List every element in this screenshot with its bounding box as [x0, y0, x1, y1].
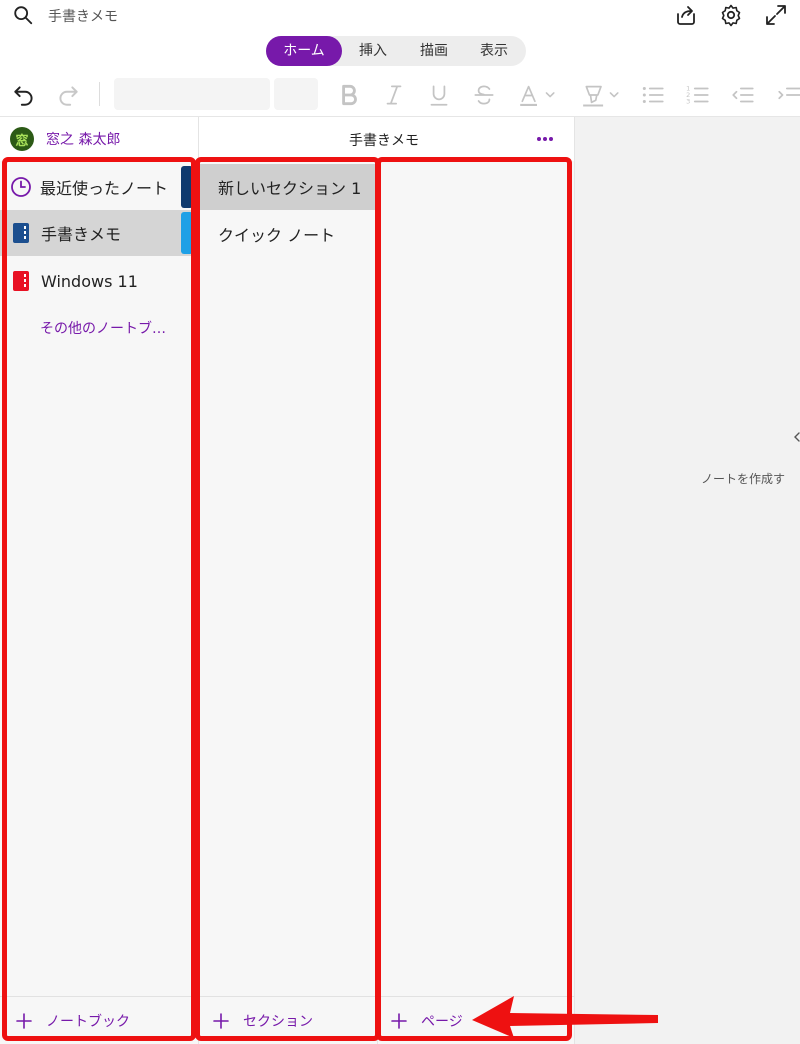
italic-icon[interactable]: [381, 82, 407, 108]
caret-icon: [794, 432, 800, 442]
arrow-icon: [472, 996, 658, 1038]
search-icon[interactable]: [12, 4, 34, 26]
note-canvas[interactable]: [575, 117, 800, 1044]
highlighter-icon[interactable]: [580, 82, 622, 108]
avatar: 窓: [10, 127, 34, 151]
ribbon-tabs: ホーム 挿入 描画 表示: [266, 36, 526, 66]
svg-text:3: 3: [686, 98, 690, 106]
undo-icon[interactable]: [11, 82, 37, 108]
more-options-icon[interactable]: [536, 136, 554, 142]
numbered-list-icon[interactable]: 1 2 3: [685, 82, 711, 108]
highlight-box-sections: [195, 157, 380, 1041]
redo-icon[interactable]: [55, 82, 81, 108]
font-name-box[interactable]: [114, 78, 270, 110]
underline-icon[interactable]: [426, 82, 452, 108]
tab-draw[interactable]: 描画: [404, 36, 464, 66]
font-color-icon[interactable]: [516, 82, 558, 108]
notebook-title: 手書きメモ: [349, 133, 419, 149]
bullet-list-icon[interactable]: [640, 82, 666, 108]
tab-insert[interactable]: 挿入: [342, 36, 404, 66]
toolbar-separator: [99, 82, 100, 106]
outdent-icon[interactable]: [730, 82, 756, 108]
font-size-box[interactable]: [274, 78, 318, 110]
tab-home[interactable]: ホーム: [266, 36, 342, 66]
user-account[interactable]: 窓 窓之 森太郎: [10, 127, 120, 151]
expand-icon[interactable]: [764, 3, 788, 27]
highlight-box-notebooks: [2, 157, 196, 1041]
bold-icon[interactable]: [336, 82, 362, 108]
indent-icon[interactable]: [776, 82, 800, 108]
strikethrough-icon[interactable]: [471, 82, 497, 108]
user-name: 窓之 森太郎: [46, 132, 121, 148]
share-icon[interactable]: [674, 3, 698, 27]
empty-canvas-message: ノートを作成す: [701, 472, 786, 486]
top-bar: 手書きメモ: [0, 0, 800, 30]
document-title[interactable]: 手書きメモ: [48, 6, 118, 26]
highlight-box-pages: [376, 157, 572, 1041]
gear-icon[interactable]: [719, 3, 743, 27]
tab-view[interactable]: 表示: [464, 36, 524, 66]
